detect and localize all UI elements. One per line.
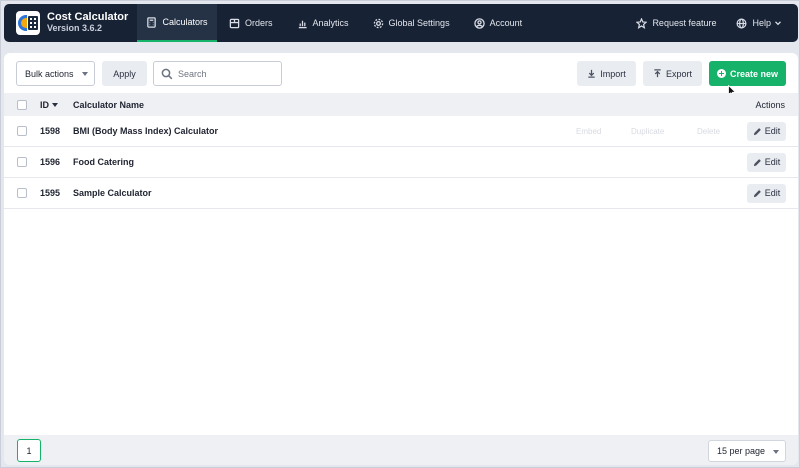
- column-id-label: ID: [40, 99, 49, 110]
- duplicate-action[interactable]: Duplicate: [631, 127, 664, 136]
- table-row: 1598 BMI (Body Mass Index) Calculator Em…: [4, 116, 798, 147]
- calculator-logo-icon: [16, 11, 40, 35]
- nav-tab-orders[interactable]: Orders: [217, 4, 285, 42]
- nav-tab-calculators[interactable]: Calculators: [137, 4, 217, 42]
- main-panel: Bulk actions Apply Import Export Create …: [4, 53, 798, 465]
- row-checkbox[interactable]: [17, 188, 27, 198]
- pencil-icon: [753, 127, 761, 135]
- chevron-down-icon: [775, 21, 781, 26]
- help-menu[interactable]: Help: [726, 4, 798, 42]
- bulk-actions-select[interactable]: Bulk actions: [16, 61, 95, 86]
- delete-action[interactable]: Delete: [697, 127, 720, 136]
- edit-label: Edit: [764, 126, 781, 136]
- edit-button[interactable]: Edit: [747, 183, 786, 203]
- table-footer: 1 15 per page: [4, 435, 798, 465]
- nav-tab-global-settings[interactable]: Global Settings: [361, 4, 462, 42]
- embed-action[interactable]: Embed: [576, 127, 601, 136]
- app-frame: Cost Calculator Version 3.6.2 Calculator…: [0, 0, 800, 468]
- column-header-name[interactable]: Calculator Name: [73, 100, 144, 110]
- user-icon: [473, 17, 485, 29]
- calculator-icon: [147, 16, 157, 28]
- app-title: Cost Calculator: [47, 11, 129, 23]
- nav-tab-label: Account: [489, 18, 523, 28]
- request-feature-link[interactable]: Request feature: [626, 4, 726, 42]
- row-id: 1598: [40, 126, 61, 136]
- nav-tab-analytics[interactable]: Analytics: [285, 4, 361, 42]
- table-header: ID Calculator Name Actions: [4, 93, 798, 116]
- star-icon: [636, 17, 648, 29]
- row-id: 1595: [40, 188, 61, 198]
- row-id: 1596: [40, 157, 61, 167]
- download-icon: [588, 69, 595, 78]
- edit-button[interactable]: Edit: [747, 121, 786, 141]
- column-header-actions: Actions: [755, 99, 785, 110]
- edit-label: Edit: [764, 188, 781, 198]
- select-all-checkbox[interactable]: [17, 99, 27, 110]
- analytics-icon: [298, 20, 307, 28]
- search-input[interactable]: [178, 68, 278, 79]
- nav-tab-label: Calculators: [162, 17, 208, 27]
- upload-icon: [654, 69, 661, 78]
- create-new-label: Create new: [729, 68, 779, 79]
- edit-button[interactable]: Edit: [747, 152, 786, 172]
- plus-circle-icon: [716, 69, 726, 78]
- column-header-id[interactable]: ID: [40, 100, 58, 110]
- apply-button[interactable]: Apply: [102, 61, 147, 86]
- table-row: 1596 Food Catering Edit: [4, 147, 798, 178]
- per-page-select[interactable]: 15 per page: [708, 440, 786, 462]
- pencil-icon: [753, 158, 761, 166]
- import-label: Import: [600, 68, 626, 79]
- export-button[interactable]: Export: [643, 61, 702, 86]
- nav-tab-account[interactable]: Account: [462, 4, 535, 42]
- row-checkbox[interactable]: [17, 126, 27, 136]
- nav-tab-label: Orders: [245, 18, 273, 28]
- toolbar: Bulk actions Apply Import Export Create …: [4, 53, 798, 97]
- caret-down-icon: [82, 72, 88, 76]
- app-version: Version 3.6.2: [47, 23, 103, 33]
- search-box: [153, 61, 282, 86]
- top-navigation: Cost Calculator Version 3.6.2 Calculator…: [4, 4, 798, 42]
- import-button[interactable]: Import: [577, 61, 636, 86]
- request-feature-label: Request feature: [652, 18, 717, 28]
- globe-icon: [736, 18, 747, 28]
- sort-down-icon: [52, 102, 58, 107]
- create-new-button[interactable]: Create new: [709, 61, 786, 86]
- nav-tab-label: Analytics: [312, 18, 349, 28]
- row-name[interactable]: BMI (Body Mass Index) Calculator: [73, 126, 218, 136]
- row-checkbox[interactable]: [17, 157, 27, 167]
- bulk-actions-label: Bulk actions: [25, 68, 74, 79]
- row-name[interactable]: Food Catering: [73, 157, 134, 167]
- table-row: 1595 Sample Calculator Edit: [4, 178, 798, 209]
- export-label: Export: [665, 68, 692, 79]
- edit-label: Edit: [764, 157, 781, 167]
- per-page-label: 15 per page: [717, 446, 766, 456]
- nav-tab-label: Global Settings: [388, 18, 450, 28]
- pagination-page-1[interactable]: 1: [17, 439, 41, 462]
- gear-icon: [373, 18, 383, 28]
- orders-icon: [229, 18, 240, 28]
- row-name[interactable]: Sample Calculator: [73, 188, 152, 198]
- brand[interactable]: Cost Calculator Version 3.6.2: [4, 4, 137, 42]
- pencil-icon: [753, 189, 761, 197]
- help-label: Help: [752, 18, 771, 28]
- caret-down-icon: [773, 450, 779, 454]
- search-icon: [161, 68, 173, 79]
